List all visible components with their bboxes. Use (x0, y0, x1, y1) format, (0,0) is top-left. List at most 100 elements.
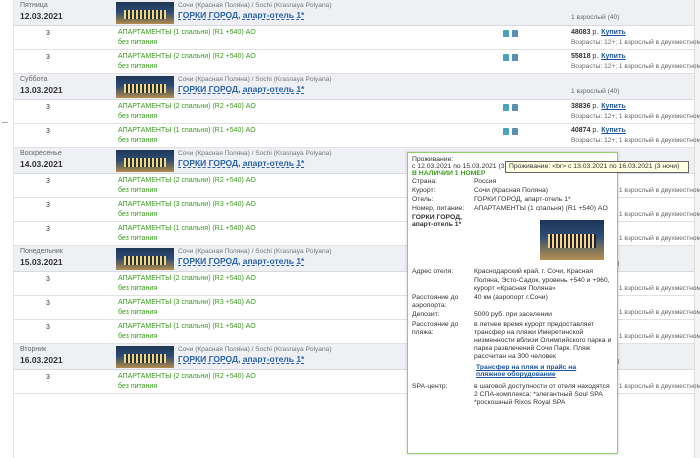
offer-row: 3 АПАРТАМЕНТЫ (2 спальни) (R2 +540) AO без… (14, 50, 700, 74)
hotel-thumbnail[interactable] (116, 2, 174, 24)
beach-transfer-link[interactable]: Трансфер на пляж и прайс на пляжное обор… (476, 364, 606, 378)
price-value: 40874 (571, 127, 591, 134)
adults-info: 1 взрослый (40) (571, 14, 620, 21)
nights-count: 3 (46, 128, 50, 135)
price: 55818 р. Купить (571, 53, 626, 60)
meal-plan: без питания (118, 309, 158, 316)
availability-icons (503, 104, 521, 113)
hotel-name-link[interactable]: ГОРКИ ГОРОД, апарт-отель 1* (178, 10, 304, 20)
field-value: Россия (474, 177, 497, 185)
weekday: Воскресенье (20, 150, 62, 157)
weekday: Понедельник (20, 248, 63, 255)
meal-plan: без питания (118, 285, 158, 292)
nights-count: 3 (46, 324, 50, 331)
hotel-thumbnail[interactable] (116, 248, 174, 270)
day-header: Суббота 13.03.2021 Сочи (Красная Поляна) /… (14, 74, 694, 100)
room-type: АПАРТАМЕНТЫ (2 спальни) (R2 +540) AO (118, 103, 256, 110)
weekday: Вторник (20, 346, 47, 353)
availability-icons (503, 128, 521, 137)
hotel-name-link[interactable]: ГОРКИ ГОРОД, апарт-отель 1* (178, 256, 304, 266)
field-value: Сочи (Красная Поляна) (474, 186, 549, 194)
left-edge-strip (0, 0, 14, 458)
field-label: Адрес отеля: (412, 268, 454, 276)
spa-label: SPA-центр: (412, 382, 448, 390)
popup-hotel-photo (540, 219, 604, 260)
popup-stay-label: Проживание: (412, 156, 454, 163)
room-type: АПАРТАМЕНТЫ (2 спальни) (R2 +540) AO (118, 275, 256, 282)
field-label: Депозит: (412, 311, 440, 319)
date: 13.03.2021 (20, 85, 63, 95)
age-info: Возрасты: 12+; 1 взрослый в двухместном (571, 113, 700, 120)
buy-button[interactable]: Купить (601, 29, 625, 36)
adults-info: 1 взрослый (40) (571, 88, 620, 95)
room-type: АПАРТАМЕНТЫ (2 спальни) (R2 +540) AO (118, 373, 256, 380)
hotel-thumbnail[interactable] (116, 76, 174, 98)
hotel-name-link[interactable]: ГОРКИ ГОРОД, апарт-отель 1* (178, 354, 304, 364)
hotel-location: Сочи (Красная Поляна) / Sochi (Krasnaya … (178, 2, 332, 9)
hotel-name-link[interactable]: ГОРКИ ГОРОД, апарт-отель 1* (178, 158, 304, 168)
hotel-availability-icon (503, 128, 509, 135)
meal-plan: без питания (118, 187, 158, 194)
meal-plan: без питания (118, 63, 158, 70)
price-value: 55818 (571, 53, 591, 60)
flight-availability-icon (512, 128, 518, 135)
weekday: Суббота (20, 76, 48, 83)
age-info: Возрасты: 12+; 1 взрослый в двухместном (571, 63, 700, 70)
currency: р. (592, 103, 599, 110)
field-label: Номер, питание: (412, 205, 465, 213)
offer-row: 3 АПАРТАМЕНТЫ (1 спальня) (R1 +540) AO без… (14, 124, 700, 148)
popup-hotel-name: ГОРКИ ГОРОД, апарт-отель 1* (412, 213, 462, 228)
buy-button[interactable]: Купить (601, 127, 625, 134)
meal-plan: без питания (118, 333, 158, 340)
date: 12.03.2021 (20, 11, 63, 21)
price: 40874 р. Купить (571, 127, 626, 134)
meal-plan: без питания (118, 211, 158, 218)
room-type: АПАРТАМЕНТЫ (1 спальня) (R1 +540) AO (118, 225, 256, 232)
nights-count: 3 (46, 178, 50, 185)
flight-availability-icon (512, 54, 518, 61)
meal-plan: без питания (118, 235, 158, 242)
hotel-availability-icon (503, 30, 509, 37)
currency: р. (592, 127, 599, 134)
field-label: Расстояние до аэропорта: (412, 293, 459, 310)
field-value: 5000 руб. при заселении (474, 311, 552, 319)
price: 38836 р. Купить (571, 103, 626, 110)
nights-count: 3 (46, 104, 50, 111)
popup-spa: SPA-центр: в шаговой доступности от отел… (412, 382, 613, 408)
nights-count: 3 (46, 30, 50, 37)
nights-count: 3 (46, 202, 50, 209)
flight-availability-icon (512, 104, 518, 111)
meal-plan: без питания (118, 113, 158, 120)
room-type: АПАРТАМЕНТЫ (1 спальня) (R1 +540) AO (118, 29, 256, 36)
date: 15.03.2021 (20, 257, 63, 267)
room-type: АПАРТАМЕНТЫ (1 спальня) (R1 +540) AO (118, 323, 256, 330)
popup-fields-2: Адрес отеля: Краснодарский край, г. Сочи,… (412, 268, 613, 362)
day-header: Пятница 12.03.2021 Сочи (Красная Поляна) /… (14, 0, 694, 26)
nights-count: 3 (46, 300, 50, 307)
availability-icons (503, 54, 521, 63)
price-value: 38836 (571, 103, 591, 110)
room-type: АПАРТАМЕНТЫ (2 спальни) (R2 +540) AO (118, 177, 256, 184)
field-label: Расстояние до пляжа: (412, 320, 459, 336)
buy-button[interactable]: Купить (601, 53, 625, 60)
buy-button[interactable]: Купить (601, 103, 625, 110)
hotel-thumbnail[interactable] (116, 346, 174, 368)
offer-row: 3 АПАРТАМЕНТЫ (2 спальни) (R2 +540) AO без… (14, 100, 700, 124)
nights-count: 3 (46, 374, 50, 381)
field-label: Курорт: (412, 186, 436, 194)
meal-plan: без питания (118, 383, 158, 390)
field-label: Отель: (412, 195, 434, 203)
age-info: Возрасты: 12+; 1 взрослый в двухместном (571, 137, 700, 144)
hotel-name-link[interactable]: ГОРКИ ГОРОД, апарт-отель 1* (178, 84, 304, 94)
room-type: АПАРТАМЕНТЫ (1 спальня) (R1 +540) AO (118, 127, 256, 134)
popup-fields: Страна: Россия Курорт: Сочи (Красная Поляна… (412, 177, 613, 214)
room-type: АПАРТАМЕНТЫ (3 спальни) (R3 +540) AO (118, 299, 256, 306)
hotel-thumbnail[interactable] (116, 150, 174, 172)
date: 14.03.2021 (20, 159, 63, 169)
room-type: АПАРТАМЕНТЫ (3 спальни) (R3 +540) AO (118, 201, 256, 208)
field-value: 40 км (аэропорт г.Сочи) (474, 293, 548, 301)
availability-icons (503, 30, 521, 39)
field-value: АПАРТАМЕНТЫ (1 спальня) (R1 +540) AO (474, 205, 608, 213)
hotel-location: Сочи (Красная Поляна) / Sochi (Krasnaya … (178, 248, 332, 255)
spa-value: в шаговой доступности от отеля находятся… (474, 382, 610, 406)
